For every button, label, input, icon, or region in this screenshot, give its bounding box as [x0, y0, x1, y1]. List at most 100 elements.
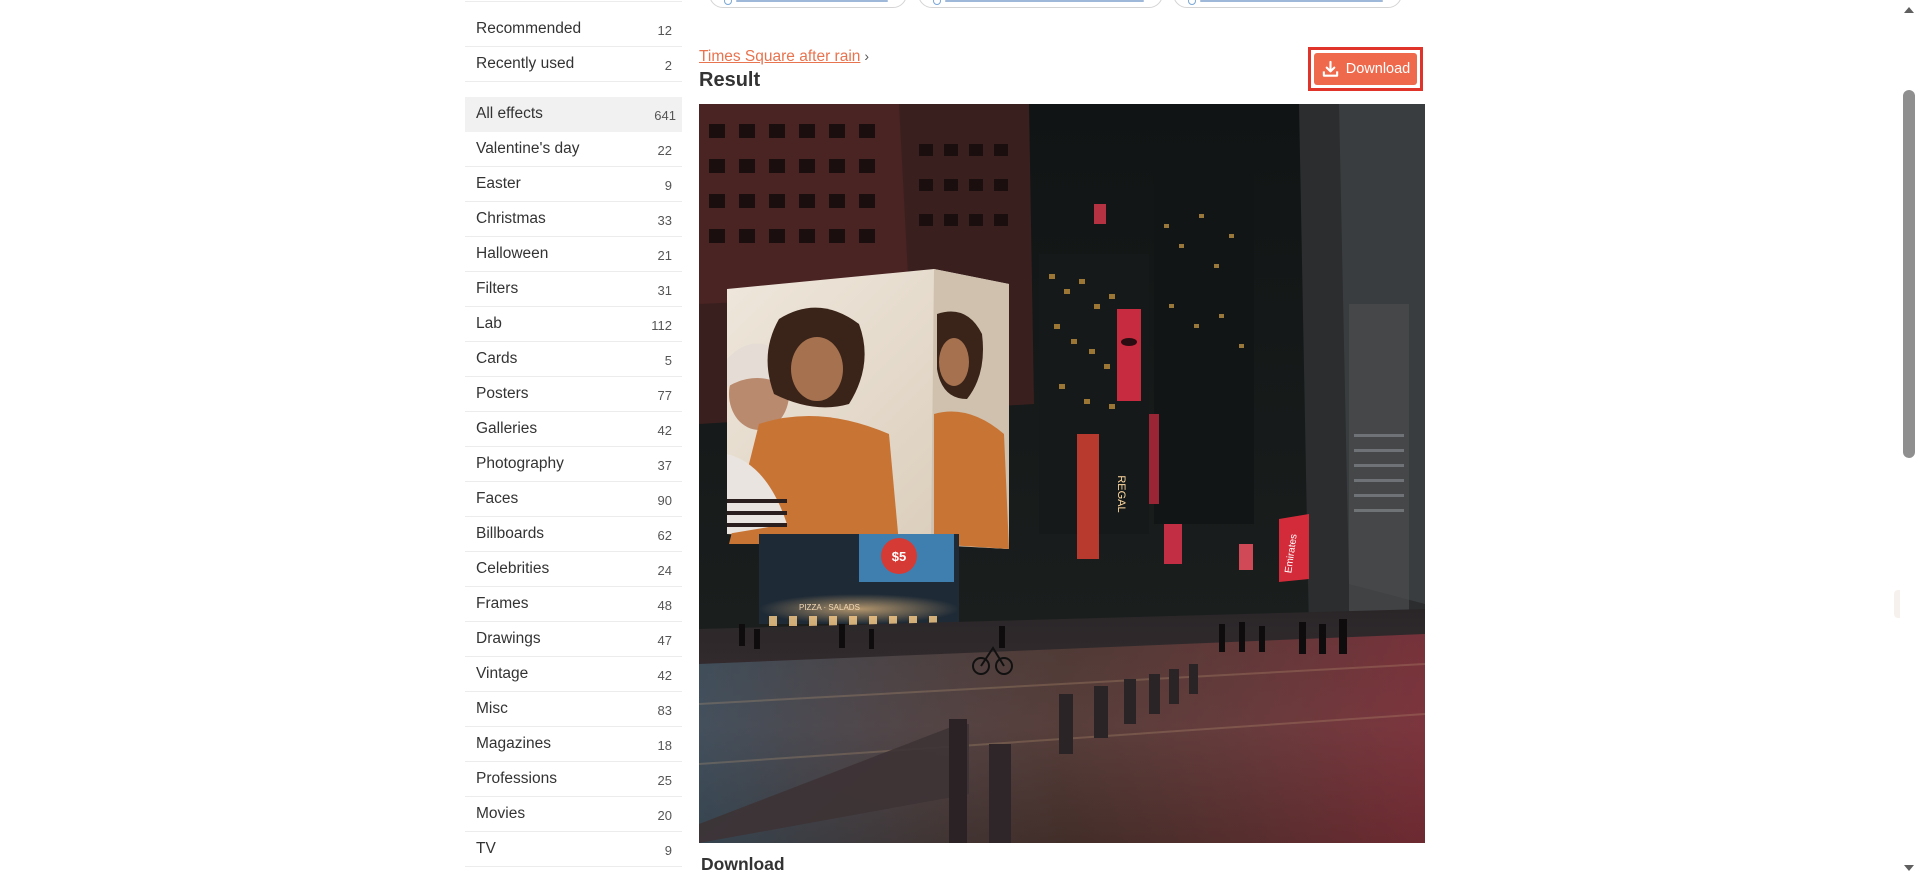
sidebar-item-tv[interactable]: TV 9	[465, 832, 682, 867]
sidebar-item-recently-used[interactable]: Recently used 2	[465, 47, 682, 82]
sidebar-item-count: 112	[651, 318, 672, 333]
sidebar-item-count: 37	[657, 458, 672, 473]
sidebar-item-label: TV	[476, 840, 496, 857]
sidebar-item-posters[interactable]: Posters 77	[465, 377, 682, 412]
tag-chip[interactable]	[709, 0, 907, 8]
breadcrumb: Times Square after rain ›	[699, 48, 869, 66]
side-feedback-tab[interactable]	[1894, 590, 1900, 618]
sidebar-item-count: 21	[657, 248, 672, 263]
tag-icon	[1188, 0, 1196, 5]
sidebar-item-label: Easter	[476, 175, 521, 192]
download-section-heading: Download	[701, 854, 785, 874]
sidebar-item-label: Faces	[476, 490, 519, 507]
breadcrumb-link-effect[interactable]: Times Square after rain	[699, 48, 860, 65]
sidebar-item-easter[interactable]: Easter 9	[465, 167, 682, 202]
sidebar-item-count: 9	[664, 843, 672, 858]
sidebar-item-magazines[interactable]: Magazines 18	[465, 727, 682, 762]
sidebar-item-label: Magazines	[476, 735, 551, 752]
sidebar-item-drawings[interactable]: Drawings 47	[465, 622, 682, 657]
sidebar-item-count: 641	[654, 108, 676, 123]
sidebar-item-count: 42	[657, 668, 672, 683]
sidebar-item-label: Frames	[476, 595, 529, 612]
storefront-sign-text: PIZZA · SALADS	[799, 603, 860, 612]
tag-chip[interactable]	[1173, 0, 1402, 8]
tag-icon	[724, 0, 732, 5]
sidebar-item-label: Filters	[476, 280, 519, 297]
price-sign-text: $5	[892, 549, 906, 564]
sidebar-item-count: 7	[665, 0, 672, 1]
sidebar-item-count: 47	[657, 633, 672, 648]
sidebar-item-valentine-s-day[interactable]: Valentine's day 22	[465, 132, 682, 167]
scroll-thumb[interactable]	[1903, 90, 1915, 458]
sidebar-item-count: 42	[657, 423, 672, 438]
sidebar-item-filters[interactable]: Filters 31	[465, 272, 682, 307]
sidebar-item-halloween[interactable]: Halloween 21	[465, 237, 682, 272]
sidebar-item-partial[interactable]: 7	[465, 0, 682, 2]
regal-sign	[1077, 434, 1099, 559]
sidebar-item-count: 5	[664, 353, 672, 368]
sidebar-item-movies[interactable]: Movies 20	[465, 797, 682, 832]
sidebar-group-categories: All effects 641 Valentine's day 22 Easter 9 Ch…	[465, 97, 682, 867]
sidebar-item-count: 48	[657, 598, 672, 613]
sidebar-item-count: 83	[657, 703, 672, 718]
regal-sign-text: REGAL	[1115, 475, 1127, 512]
download-icon	[1322, 60, 1338, 77]
sidebar-item-count: 18	[657, 738, 672, 753]
scroll-down-arrow-icon[interactable]	[1904, 865, 1914, 871]
tag-icon	[933, 0, 941, 5]
sidebar-item-count: 25	[657, 773, 672, 788]
sidebar-item-label: Billboards	[476, 525, 545, 542]
times-square-scene: REGAL Emirates $5 PIZZA · SALADS	[699, 104, 1425, 843]
sidebar-item-label: Recently used	[476, 55, 575, 72]
photo-billboard	[727, 269, 1009, 549]
sidebar-item-count: 12	[657, 23, 672, 38]
sidebar-item-label: Misc	[476, 700, 508, 717]
sidebar-item-vintage[interactable]: Vintage 42	[465, 657, 682, 692]
sidebar-item-christmas[interactable]: Christmas 33	[465, 202, 682, 237]
sidebar-item-label: Valentine's day	[476, 140, 580, 157]
chip-text	[945, 0, 1144, 2]
sidebar-item-photography[interactable]: Photography 37	[465, 447, 682, 482]
sidebar-item-all-effects[interactable]: All effects 641	[465, 97, 682, 132]
sidebar-item-billboards[interactable]: Billboards 62	[465, 517, 682, 552]
sidebar-item-count: 24	[657, 563, 672, 578]
chip-text	[736, 0, 888, 2]
sidebar-item-label: Celebrities	[476, 560, 550, 577]
sidebar-item-label: Movies	[476, 805, 526, 822]
sidebar-item-count: 62	[657, 528, 672, 543]
download-button-highlight: Download	[1308, 47, 1423, 91]
tag-chip[interactable]	[918, 0, 1163, 8]
scroll-up-arrow-icon[interactable]	[1904, 7, 1914, 13]
sidebar-item-count: 90	[657, 493, 672, 508]
page-scrollbar[interactable]	[1899, 0, 1920, 878]
download-button[interactable]: Download	[1314, 53, 1417, 85]
sidebar-item-label: Vintage	[476, 665, 529, 682]
sidebar-item-count: 20	[657, 808, 672, 823]
sidebar-item-cards[interactable]: Cards 5	[465, 342, 682, 377]
sidebar-item-label: Halloween	[476, 245, 549, 262]
sidebar-item-label: Cards	[476, 350, 518, 367]
sidebar-item-misc[interactable]: Misc 83	[465, 692, 682, 727]
sidebar-item-galleries[interactable]: Galleries 42	[465, 412, 682, 447]
sidebar-item-count: 33	[657, 213, 672, 228]
download-button-label: Download	[1345, 61, 1411, 77]
red-billboard	[1117, 309, 1141, 401]
sidebar-group-personal: Recommended 12 Recently used 2	[465, 12, 682, 82]
sidebar-item-label: Professions	[476, 770, 557, 787]
sidebar-item-professions[interactable]: Professions 25	[465, 762, 682, 797]
sidebar-item-faces[interactable]: Faces 90	[465, 482, 682, 517]
sidebar-item-label: Lab	[476, 315, 502, 332]
sidebar-item-label: All effects	[476, 105, 543, 122]
sidebar-item-celebrities[interactable]: Celebrities 24	[465, 552, 682, 587]
sidebar-item-count: 2	[664, 58, 672, 73]
chip-text	[1200, 0, 1383, 2]
sidebar-item-label: Drawings	[476, 630, 541, 647]
sidebar-item-label: Photography	[476, 455, 564, 472]
breadcrumb-separator: ›	[864, 48, 870, 64]
sidebar-item-count: 22	[657, 143, 672, 158]
sidebar-item-recommended[interactable]: Recommended 12	[465, 12, 682, 47]
result-image[interactable]: REGAL Emirates $5 PIZZA · SALADS	[699, 104, 1425, 843]
sidebar-item-count: 77	[657, 388, 672, 403]
sidebar-item-frames[interactable]: Frames 48	[465, 587, 682, 622]
sidebar-item-lab[interactable]: Lab 112	[465, 307, 682, 342]
